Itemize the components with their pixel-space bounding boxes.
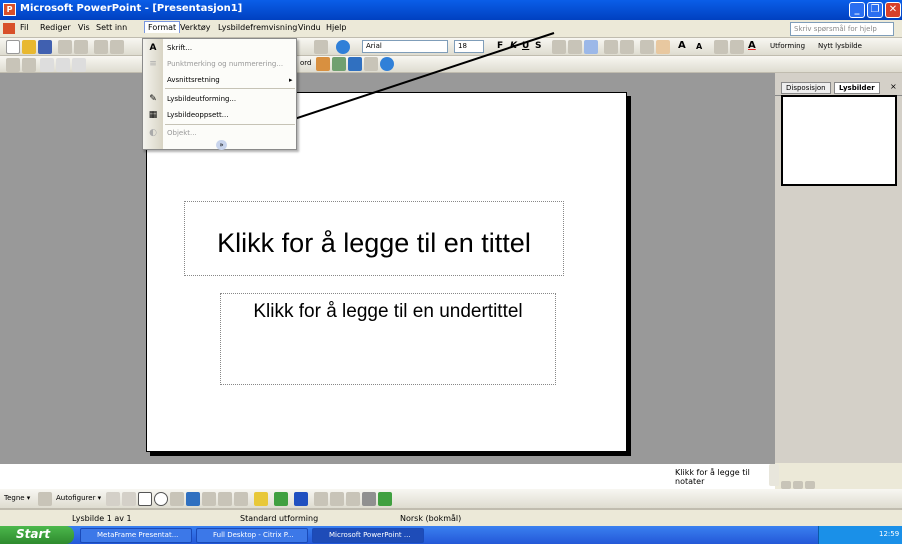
select-objects-icon[interactable] [38, 492, 52, 506]
textbox-icon[interactable] [170, 492, 184, 506]
scrollbar-vertical[interactable] [769, 464, 779, 486]
bullets-menu-icon: ≡ [149, 59, 157, 69]
shadow-style-icon[interactable] [362, 492, 376, 506]
start-label: Start [16, 527, 51, 541]
view-buttons-strip [769, 463, 902, 489]
system-tray: 12:59 [818, 526, 902, 544]
tab-slides[interactable]: Lysbilder [834, 82, 880, 94]
notes-pane[interactable]: Klikk for å legge til notater [0, 463, 775, 489]
slide-count: Lysbilde 1 av 1 [72, 514, 132, 523]
draw-menu-button[interactable]: Tegne ▾ [4, 494, 30, 502]
task-citrix[interactable]: Full Desktop - Citrix P... [196, 528, 308, 543]
object-icon: ◐ [149, 128, 157, 138]
rectangle-icon[interactable] [138, 492, 152, 506]
dash-style-icon[interactable] [330, 492, 344, 506]
line-icon[interactable] [106, 492, 120, 506]
line-style-icon[interactable] [314, 492, 328, 506]
fill-color-icon[interactable] [254, 492, 268, 506]
clock: 12:59 [879, 530, 900, 538]
pane-close-icon[interactable]: × [890, 82, 897, 91]
font-icon: A [149, 43, 157, 53]
font-color-draw-icon[interactable] [294, 492, 308, 506]
slide-design-icon: ✎ [149, 94, 157, 104]
menu-separator [165, 88, 295, 89]
menu-item-object[interactable]: Objekt... [167, 129, 197, 137]
design-name: Standard utforming [240, 514, 319, 523]
menu-item-font[interactable]: Skrift... [167, 44, 192, 52]
normal-view-icon[interactable] [781, 481, 791, 489]
arrow-icon[interactable] [122, 492, 136, 506]
line-color-icon[interactable] [274, 492, 288, 506]
slideshow-view-icon[interactable] [805, 481, 815, 489]
slide-thumbnail[interactable] [781, 95, 897, 186]
sorter-view-icon[interactable] [793, 481, 803, 489]
diagram-icon[interactable] [202, 492, 216, 506]
menu-item-slide-design[interactable]: Lysbildeutforming... [167, 95, 236, 103]
menu-item-bullets[interactable]: Punktmerking og nummerering... [167, 60, 283, 68]
3d-style-icon[interactable] [378, 492, 392, 506]
picture-icon[interactable] [234, 492, 248, 506]
task-metaframe[interactable]: MetaFrame Presentat... [80, 528, 192, 543]
clipart-icon[interactable] [218, 492, 232, 506]
format-menu: A Skrift... ≡ Punktmerking og nummererin… [142, 38, 297, 150]
oval-icon[interactable] [154, 492, 168, 506]
menu-separator [165, 124, 295, 125]
menu-expand-chevron-icon[interactable]: » [216, 140, 227, 150]
menu-item-slide-layout[interactable]: Lysbildeoppsett... [167, 111, 228, 119]
language-indicator: Norsk (bokmål) [400, 514, 462, 523]
task-powerpoint[interactable]: Microsoft PowerPoint ... [312, 528, 424, 543]
wordart-icon[interactable] [186, 492, 200, 506]
status-bar: Lysbilde 1 av 1 Standard utforming Norsk… [0, 509, 902, 526]
tab-outline[interactable]: Disposisjon [781, 82, 831, 94]
start-button[interactable]: Start [0, 526, 74, 544]
drawing-toolbar: Tegne ▾ Autofigurer ▾ [0, 489, 902, 509]
submenu-arrow-icon: ▸ [289, 76, 293, 84]
menu-item-paragraph-direction[interactable]: Avsnittsretning [167, 76, 220, 84]
slide-layout-icon: ▦ [148, 110, 158, 120]
taskbar: Start MetaFrame Presentat... Full Deskto… [0, 526, 902, 544]
autoshapes-menu-button[interactable]: Autofigurer ▾ [56, 494, 101, 502]
notes-placeholder: Klikk for å legge til notater [675, 468, 750, 486]
arrow-style-icon[interactable] [346, 492, 360, 506]
